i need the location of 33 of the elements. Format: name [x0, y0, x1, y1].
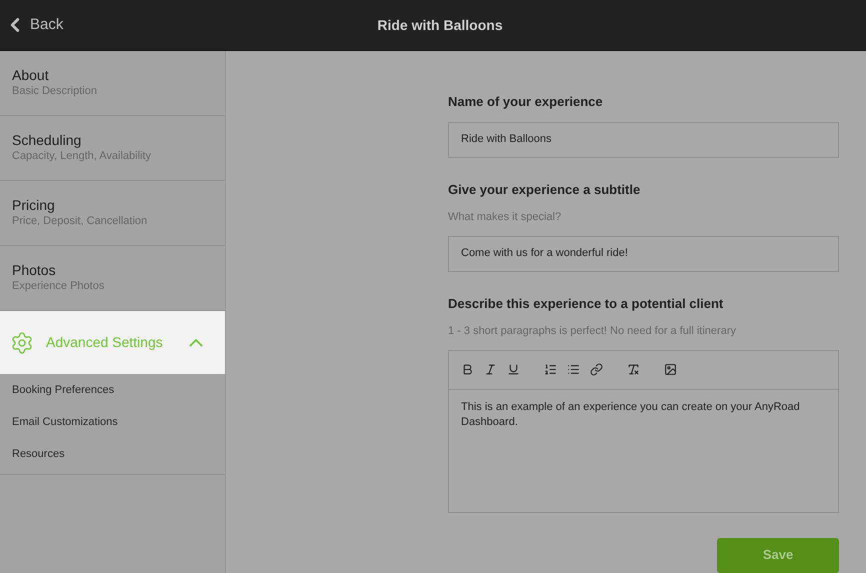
- page-title: Ride with Balloons: [377, 16, 503, 34]
- text-field[interactable]: Come with us for a wonderful ride!: [448, 236, 839, 272]
- sub-item[interactable]: Resources: [0, 438, 225, 470]
- section-title: Advanced Settings: [46, 333, 164, 352]
- section-subtitle: Price, Deposit, Cancellation: [12, 214, 148, 229]
- bold-icon[interactable]: [461, 363, 474, 376]
- bullet-list-icon[interactable]: [567, 363, 580, 376]
- gear-icon: [10, 330, 34, 354]
- field-label: Describe this experience to a potential client: [448, 294, 724, 313]
- field-label: Name of your experience: [448, 93, 604, 111]
- text-field[interactable]: Ride with Balloons: [448, 122, 839, 158]
- field-hint: 1 - 3 short paragraphs is perfect! No need for a full itinerary: [448, 324, 737, 339]
- sub-item[interactable]: Email Customizations: [0, 406, 225, 438]
- sub-item[interactable]: Booking Preferences: [0, 374, 225, 406]
- section-title: Scheduling: [12, 132, 82, 150]
- field-hint: What makes it special?: [448, 210, 562, 225]
- numbered-list-icon[interactable]: [544, 363, 557, 376]
- clear-format-icon[interactable]: [627, 363, 640, 376]
- link-icon[interactable]: [590, 363, 603, 376]
- underline-icon[interactable]: [507, 363, 520, 376]
- rich-text-editor[interactable]: This is an example of an experience you can create on your AnyRoad Dashboard.: [448, 350, 839, 512]
- section-title: About: [12, 67, 50, 85]
- section-subtitle: Capacity, Length, Availability: [12, 150, 152, 164]
- editor-text[interactable]: This is an example of an experience you can create on your AnyRoad Dashboard.: [449, 390, 838, 512]
- section-title: Pricing: [12, 197, 56, 215]
- italic-icon[interactable]: [484, 363, 497, 376]
- chevron-up-icon: [189, 338, 203, 346]
- field-label: Give your experience a subtitle: [448, 180, 642, 199]
- section-subtitle: Experience Photos: [12, 280, 106, 294]
- back-button[interactable]: Back: [0, 14, 64, 36]
- section-subtitle: Basic Description: [12, 84, 98, 99]
- image-icon[interactable]: [664, 363, 677, 376]
- section-title: Photos: [12, 262, 57, 280]
